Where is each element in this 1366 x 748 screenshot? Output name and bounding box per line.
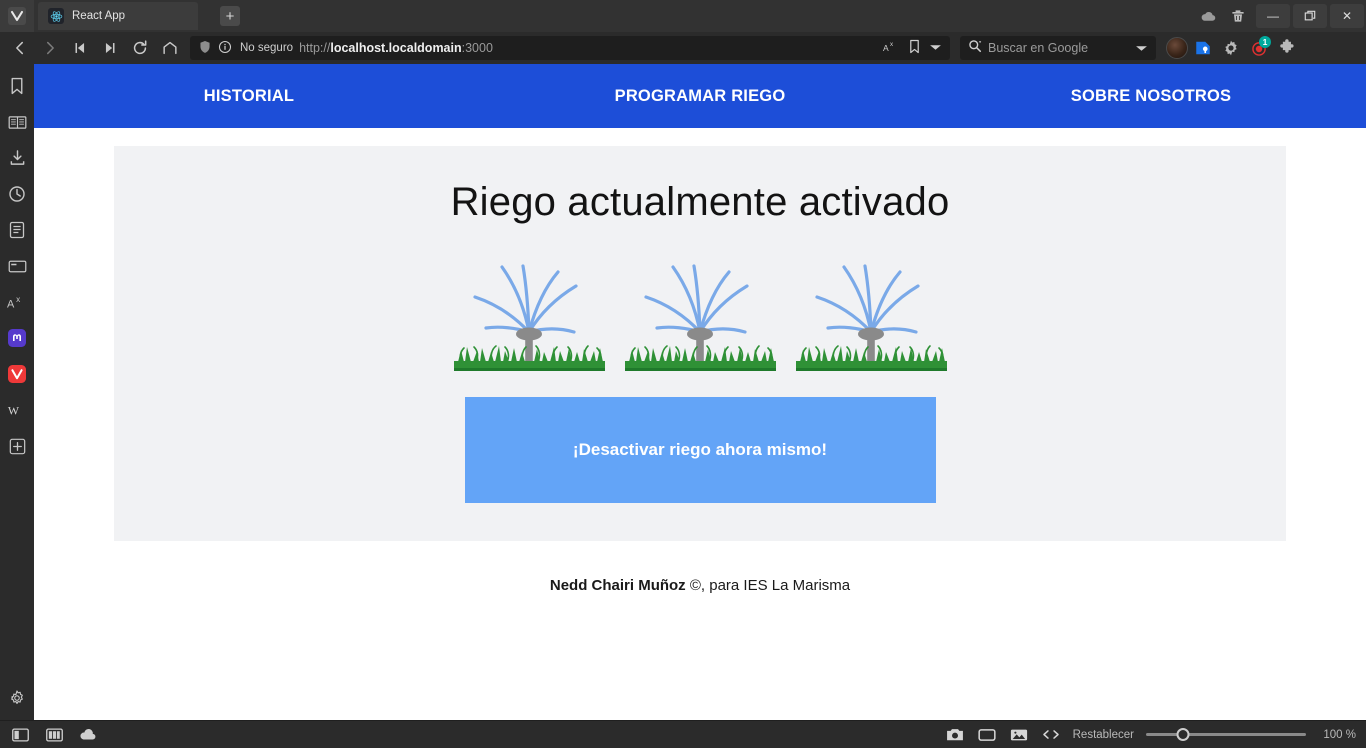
url-scheme: http:// (299, 41, 331, 55)
recorder-extension-icon[interactable]: 1 (1246, 35, 1272, 61)
sidebar-item-window-panel[interactable] (5, 254, 29, 278)
tab-title: React App (72, 10, 126, 22)
info-icon[interactable] (218, 40, 232, 57)
nav-slot-programar-riego: PROGRAMAR RIEGO (464, 87, 936, 106)
side-panel: A x W (0, 64, 34, 720)
nav-link-sobre-nosotros[interactable]: SOBRE NOSOTROS (1071, 87, 1232, 106)
sidebar-item-wikipedia[interactable]: W (5, 398, 29, 422)
new-tab-button[interactable]: + (220, 6, 240, 26)
sidebar-item-add-panel[interactable] (5, 434, 29, 458)
react-atom-icon (48, 8, 64, 24)
home-button[interactable] (156, 35, 184, 61)
search-icon (968, 39, 982, 58)
sprinkler-group (452, 248, 949, 375)
zoom-thumb[interactable] (1176, 728, 1190, 741)
security-status-label: No seguro (240, 42, 294, 54)
sprinkler-image (794, 248, 949, 375)
page-footer: Nedd Chairi Muñoz ©, para IES La Marisma (34, 577, 1366, 594)
footer-author: Nedd Chairi Muñoz (549, 577, 686, 594)
reader-translate-icon[interactable]: A x (883, 40, 900, 57)
sidebar-item-reading-list[interactable] (5, 110, 29, 134)
address-toolbar: No seguro http://localhost.localdomain:3… (0, 32, 1366, 64)
deactivate-irrigation-button[interactable]: ¡Desactivar riego ahora mismo! (464, 397, 936, 503)
shield-icon (198, 40, 212, 57)
cloud-sync-icon[interactable] (1193, 3, 1223, 29)
close-button[interactable]: ✕ (1330, 4, 1364, 28)
sidebar-item-notes[interactable] (5, 218, 29, 242)
maximize-button[interactable] (1293, 4, 1327, 28)
bookmark-icon[interactable] (908, 39, 921, 57)
sidebar-item-history[interactable] (5, 182, 29, 206)
sidebar-item-bookmarks[interactable] (5, 74, 29, 98)
zoom-reset-label[interactable]: Restablecer (1073, 729, 1134, 741)
svg-text:A: A (883, 42, 889, 52)
footer-rest: ©, para IES La Marisma (685, 577, 851, 594)
url-host: localhost.localdomain (330, 41, 462, 55)
extension-badge: 1 (1259, 36, 1271, 48)
tab-strip: React App + — ✕ (0, 0, 1366, 32)
address-bar-actions: A x (883, 39, 942, 57)
status-bar-right: Restablecer 100 % (945, 725, 1356, 745)
url-text: http://localhost.localdomain:3000 (299, 41, 493, 55)
nav-link-historial[interactable]: HISTORIAL (204, 87, 294, 106)
developer-icon[interactable] (1041, 725, 1061, 745)
status-bar: Restablecer 100 % (0, 720, 1366, 748)
vivaldi-menu-button[interactable] (0, 0, 34, 32)
navbar-links: HISTORIAL PROGRAMAR RIEGO SOBRE NOSOTROS (34, 87, 1366, 106)
svg-text:W: W (8, 404, 20, 418)
back-button[interactable] (6, 35, 34, 61)
minimize-button[interactable]: — (1256, 4, 1290, 28)
password-manager-icon[interactable] (1190, 35, 1216, 61)
address-dropdown-icon[interactable] (929, 41, 942, 55)
browser-window: React App + — ✕ No seguro http://localho… (0, 0, 1366, 748)
sidebar-item-vivaldi[interactable] (5, 362, 29, 386)
capture-icon[interactable] (945, 725, 965, 745)
search-dropdown-icon[interactable] (1135, 44, 1148, 53)
status-card: Riego actualmente activado ¡Desactivar r… (114, 146, 1286, 541)
window-controls-group: — ✕ (1193, 0, 1366, 32)
avatar[interactable] (1166, 37, 1188, 59)
zoom-value: 100 % (1323, 728, 1356, 741)
search-placeholder: Buscar en Google (988, 41, 1089, 55)
sidebar-item-mastodon[interactable] (5, 326, 29, 350)
extensions-puzzle-icon[interactable] (1274, 35, 1300, 61)
tile-icon[interactable] (44, 725, 64, 745)
panel-toggle-icon[interactable] (10, 725, 30, 745)
sidebar-item-translate[interactable]: A x (5, 290, 29, 314)
gear-icon[interactable] (1218, 35, 1244, 61)
tiling-icon[interactable] (977, 725, 997, 745)
sprinkler-image (623, 248, 778, 375)
search-input[interactable]: Buscar en Google (960, 36, 1156, 60)
reload-button[interactable] (126, 35, 154, 61)
url-port: :3000 (461, 41, 493, 55)
rewind-button[interactable] (66, 35, 94, 61)
sidebar-item-downloads[interactable] (5, 146, 29, 170)
image-icon[interactable] (1009, 725, 1029, 745)
sprinkler-image (452, 248, 607, 375)
browser-tab[interactable]: React App (38, 2, 198, 30)
sidebar-item-settings[interactable] (5, 686, 29, 710)
svg-text:x: x (16, 295, 20, 304)
fast-forward-button[interactable] (96, 35, 124, 61)
svg-text:x: x (890, 41, 894, 48)
cloud-icon[interactable] (78, 725, 98, 745)
nav-slot-historial: HISTORIAL (34, 87, 464, 106)
site-navbar: HISTORIAL PROGRAMAR RIEGO SOBRE NOSOTROS (34, 64, 1366, 128)
zoom-slider[interactable] (1146, 728, 1306, 742)
page-title: Riego actualmente activado (450, 180, 950, 224)
web-page-viewport: HISTORIAL PROGRAMAR RIEGO SOBRE NOSOTROS… (34, 64, 1366, 720)
nav-link-programar-riego[interactable]: PROGRAMAR RIEGO (615, 87, 786, 106)
trash-icon[interactable] (1223, 3, 1253, 29)
zoom-track (1146, 733, 1306, 736)
svg-text:A: A (7, 298, 15, 310)
forward-button[interactable] (36, 35, 64, 61)
address-bar[interactable]: No seguro http://localhost.localdomain:3… (190, 36, 950, 60)
nav-slot-sobre-nosotros: SOBRE NOSOTROS (936, 87, 1366, 106)
